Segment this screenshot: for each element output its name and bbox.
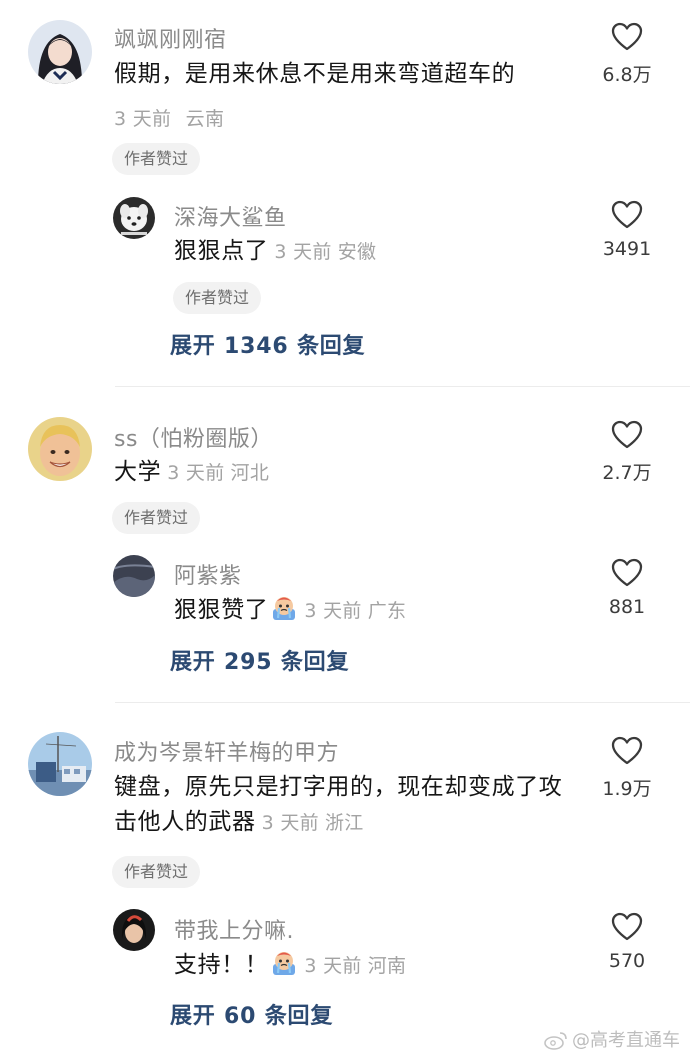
reply-username[interactable]: 带我上分嘛. [174, 913, 294, 945]
divider [115, 702, 690, 703]
comment-location: 浙江 [324, 812, 364, 834]
reply-location: 河南 [367, 955, 407, 977]
reply-text-line: 狠狠赞了 3 天前 广东 [174, 593, 406, 629]
dark-abstract-avatar[interactable] [113, 555, 155, 597]
comment-thread: 成为岑景轩羊梅的甲方 键盘，原先只是打字用的，现在却变成了攻 击他人的武器 3 天… [0, 704, 690, 1058]
author-liked-badge: 作者赞过 [112, 856, 201, 888]
like-count: 1.9万 [602, 778, 652, 800]
comment-text-tail: 击他人的武器 [114, 809, 256, 835]
reply-text: 狠狠赞了 [174, 597, 269, 623]
dark-girl-avatar[interactable] [113, 909, 155, 951]
comment-meta: 3 天前 云南 [114, 104, 224, 131]
like-button[interactable]: 6.8万 [582, 22, 672, 87]
comment-username[interactable]: 成为岑景轩羊梅的甲方 [114, 735, 339, 767]
comment-thread: ss（怕粉圈版） 大学 3 天前 河北 作者赞过 2.7万 阿紫紫 狠狠赞了 3 天前… [0, 388, 690, 704]
like-button[interactable]: 1.9万 [582, 736, 672, 801]
reply-time: 3 天前 [274, 241, 332, 263]
crying-emoji [270, 594, 298, 622]
author-liked-badge: 作者赞过 [112, 502, 201, 534]
reply-location: 安徽 [337, 241, 377, 263]
heart-icon[interactable] [611, 558, 643, 588]
weibo-logo-icon [544, 1032, 567, 1050]
like-count: 881 [608, 596, 646, 618]
reply-time: 3 天前 [304, 600, 362, 622]
comment-text-line: 大学 3 天前 河北 [114, 455, 269, 491]
expand-replies-link[interactable]: 展开 60 条回复 [170, 998, 333, 1030]
comment-text-line-1: 键盘，原先只是打字用的，现在却变成了攻 [114, 774, 563, 800]
heart-icon[interactable] [611, 22, 643, 52]
watermark: @高考直通车 [544, 1026, 680, 1052]
reply-text: 狠狠点了 [174, 238, 269, 264]
like-count: 570 [608, 950, 646, 972]
author-liked-badge: 作者赞过 [112, 143, 201, 175]
expand-replies-link[interactable]: 展开 1346 条回复 [170, 328, 365, 360]
like-button[interactable]: 2.7万 [582, 420, 672, 485]
comment-text: 键盘，原先只是打字用的，现在却变成了攻 击他人的武器 3 天前 浙江 [114, 770, 604, 841]
divider [115, 386, 690, 387]
reply-username[interactable]: 深海大鲨鱼 [174, 200, 287, 232]
comment-time: 3 天前 [114, 108, 172, 130]
reply-text-line: 支持！！ 3 天前 河南 [174, 948, 406, 984]
comment-thread: 飒飒刚刚宿 假期，是用来休息不是用来弯道超车的 3 天前 云南 作者赞过 6.8… [0, 0, 690, 388]
comment-location: 河北 [230, 462, 270, 484]
comment-location: 云南 [185, 108, 225, 130]
author-liked-badge: 作者赞过 [173, 282, 262, 314]
reply-location: 广东 [367, 600, 407, 622]
like-count: 6.8万 [602, 64, 652, 86]
heart-icon[interactable] [611, 736, 643, 766]
comment-time: 3 天前 [261, 812, 319, 834]
crying-emoji [270, 949, 298, 977]
comment-text-line-2: 击他人的武器 3 天前 浙江 [114, 805, 604, 841]
comment-text: 大学 [114, 459, 162, 485]
reply-text-line: 狠狠点了 3 天前 安徽 [174, 234, 376, 270]
watermark-text: @高考直通车 [572, 1030, 680, 1051]
smiling-boy-avatar[interactable] [28, 417, 92, 481]
like-button[interactable]: 881 [582, 558, 672, 618]
comment-username[interactable]: 飒飒刚刚宿 [114, 22, 227, 54]
like-count: 2.7万 [602, 462, 652, 484]
like-button[interactable]: 3491 [582, 200, 672, 260]
girl-portrait-avatar[interactable] [28, 20, 92, 84]
white-dog-avatar[interactable] [113, 197, 155, 239]
heart-icon[interactable] [611, 912, 643, 942]
like-button[interactable]: 570 [582, 912, 672, 972]
comment-time: 3 天前 [167, 462, 225, 484]
comment-text: 假期，是用来休息不是用来弯道超车的 [114, 61, 516, 87]
reply-text: 支持！！ [174, 952, 269, 978]
comment-username[interactable]: ss（怕粉圈版） [114, 421, 273, 453]
heart-icon[interactable] [611, 420, 643, 450]
expand-replies-link[interactable]: 展开 295 条回复 [170, 644, 349, 676]
reply-username[interactable]: 阿紫紫 [174, 558, 242, 590]
reply-time: 3 天前 [304, 955, 362, 977]
anime-scenery-avatar[interactable] [28, 732, 92, 796]
heart-icon[interactable] [611, 200, 643, 230]
like-count: 3491 [602, 238, 652, 260]
